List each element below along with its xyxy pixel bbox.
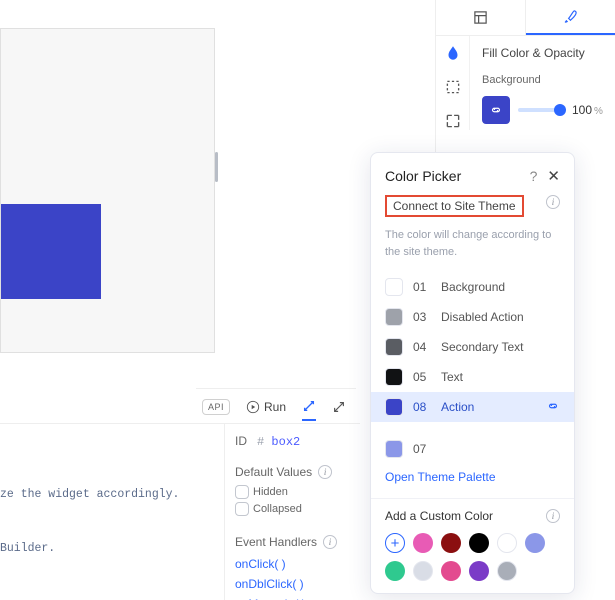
color-picker-popover: Color Picker ? ✕ Connect to Site Theme i… xyxy=(370,152,575,594)
defaults-row: Default Values i Hidden Collapsed xyxy=(235,465,359,519)
opacity-slider[interactable] xyxy=(518,108,564,112)
custom-color-swatch[interactable] xyxy=(469,561,489,581)
color-swatch xyxy=(385,398,403,416)
expand-icon xyxy=(332,400,346,414)
play-icon xyxy=(246,400,260,414)
link-icon xyxy=(546,399,560,416)
close-icon[interactable]: ✕ xyxy=(547,167,560,185)
events-row: Event Handlers i onClick( ) onDblClick( … xyxy=(235,535,359,600)
custom-color-swatch[interactable] xyxy=(497,533,517,553)
code-toolbar: API Run xyxy=(196,388,356,424)
info-icon[interactable]: i xyxy=(546,509,560,523)
id-value[interactable]: box2 xyxy=(271,435,300,449)
link-icon xyxy=(489,103,503,117)
box-widget[interactable] xyxy=(1,204,101,299)
theme-color-number: 01 xyxy=(413,280,431,294)
rail-side-icons xyxy=(436,36,470,130)
layout-icon xyxy=(473,10,488,25)
custom-color-swatch[interactable] xyxy=(525,533,545,553)
info-icon[interactable]: i xyxy=(323,535,337,549)
color-picker-title: Color Picker xyxy=(385,168,461,184)
theme-color-item[interactable]: 07 xyxy=(371,434,574,464)
opacity-value[interactable]: 100% xyxy=(572,103,603,117)
theme-color-number: 07 xyxy=(413,442,431,456)
run-button[interactable]: Run xyxy=(246,400,286,414)
theme-color-item[interactable]: 01 Background xyxy=(371,272,574,302)
hidden-checkbox[interactable]: Hidden xyxy=(235,485,288,499)
properties-column: ID # box2 Default Values i Hidden Collap… xyxy=(225,424,365,600)
bottom-panel: ze the widget accordingly. Builder. ID #… xyxy=(0,423,360,600)
custom-color-label: Add a Custom Color xyxy=(385,509,493,523)
canvas xyxy=(0,28,215,353)
info-icon[interactable]: i xyxy=(546,195,560,209)
theme-color-number: 03 xyxy=(413,310,431,324)
connect-icon xyxy=(302,399,316,413)
theme-color-number: 05 xyxy=(413,370,431,384)
theme-color-item[interactable]: 08 Action xyxy=(371,392,574,422)
help-button[interactable]: ? xyxy=(530,168,538,184)
connect-description: The color will change according to the s… xyxy=(371,227,574,260)
theme-color-list: 01 Background 03 Disabled Action 04 Secondary… xyxy=(371,272,574,490)
custom-color-swatch[interactable] xyxy=(497,561,517,581)
custom-color-swatch[interactable] xyxy=(441,561,461,581)
connect-to-theme-button[interactable]: Connect to Site Theme xyxy=(385,195,524,217)
theme-color-item[interactable]: 05 Text xyxy=(371,362,574,392)
theme-color-name: Disabled Action xyxy=(441,310,524,324)
theme-color-item[interactable]: 04 Secondary Text xyxy=(371,332,574,362)
color-swatch xyxy=(385,440,403,458)
theme-color-name: Secondary Text xyxy=(441,340,524,354)
add-custom-color-button[interactable]: + xyxy=(385,533,405,553)
bg-color-swatch[interactable] xyxy=(482,96,510,124)
color-swatch xyxy=(385,278,403,296)
collapsed-checkbox[interactable]: Collapsed xyxy=(235,502,302,516)
open-theme-palette-link[interactable]: Open Theme Palette xyxy=(371,464,574,490)
custom-color-grid: + xyxy=(385,533,560,581)
custom-color-section: Add a Custom Color i + xyxy=(371,498,574,581)
id-label: ID xyxy=(235,434,247,448)
theme-color-name: Action xyxy=(441,400,474,414)
color-swatch xyxy=(385,368,403,386)
rail-tabs xyxy=(436,0,615,36)
tab-design[interactable] xyxy=(526,0,615,35)
id-prefix: # xyxy=(257,435,264,449)
custom-color-swatch[interactable] xyxy=(413,533,433,553)
color-swatch xyxy=(385,308,403,326)
code-line: Builder. xyxy=(0,534,224,564)
rail-main: Fill Color & Opacity Background 100% xyxy=(470,36,615,130)
corner-icon[interactable] xyxy=(444,112,462,130)
custom-color-swatch[interactable] xyxy=(385,561,405,581)
defaults-label: Default Values xyxy=(235,465,312,479)
brush-icon xyxy=(563,9,578,24)
theme-color-number: 04 xyxy=(413,340,431,354)
connect-tool-button[interactable] xyxy=(302,399,316,421)
info-icon[interactable]: i xyxy=(318,465,332,479)
fill-icon[interactable] xyxy=(444,44,462,62)
border-icon[interactable] xyxy=(444,78,462,96)
events-label: Event Handlers xyxy=(235,535,317,549)
expand-button[interactable] xyxy=(332,400,346,414)
custom-color-swatch[interactable] xyxy=(441,533,461,553)
tab-layout[interactable] xyxy=(436,0,526,35)
code-line: ze the widget accordingly. xyxy=(0,480,224,510)
custom-color-swatch[interactable] xyxy=(413,561,433,581)
event-handler[interactable]: onDblClick( ) xyxy=(235,577,359,591)
id-row: ID # box2 xyxy=(235,434,359,449)
event-handler[interactable]: onClick( ) xyxy=(235,557,359,571)
theme-color-number: 08 xyxy=(413,400,431,414)
theme-color-name: Text xyxy=(441,370,463,384)
run-label: Run xyxy=(264,400,286,414)
canvas-scrollbar[interactable] xyxy=(215,152,218,182)
theme-color-item[interactable]: 03 Disabled Action xyxy=(371,302,574,332)
bg-label: Background xyxy=(482,74,605,86)
api-pill[interactable]: API xyxy=(202,399,230,415)
theme-color-name: Background xyxy=(441,280,505,294)
color-swatch xyxy=(385,338,403,356)
code-column: ze the widget accordingly. Builder. xyxy=(0,424,225,600)
fill-section-title: Fill Color & Opacity xyxy=(482,46,605,60)
custom-color-swatch[interactable] xyxy=(469,533,489,553)
